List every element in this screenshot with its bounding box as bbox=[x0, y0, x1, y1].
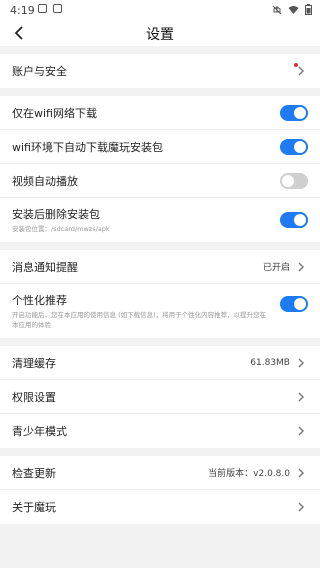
row-label: 权限设置 bbox=[12, 390, 56, 404]
wifi-icon bbox=[288, 5, 299, 14]
chevron-right-icon bbox=[298, 392, 304, 401]
row-label: 仅在wifi网络下载 bbox=[12, 106, 97, 120]
row-clear-cache[interactable]: 清理缓存 61.83MB bbox=[0, 346, 320, 380]
chevron-right-icon bbox=[298, 262, 304, 271]
row-video-autoplay: 视频自动播放 bbox=[0, 164, 320, 198]
row-sublabel: 开启功能后，您在本应用的使用信息 (如下载信息)，将用于个性化内容推荐，以提升您… bbox=[12, 311, 267, 329]
wifi-only-toggle[interactable] bbox=[280, 104, 308, 121]
section-download: 仅在wifi网络下载 wifi环境下自动下载魔玩安装包 视频自动播放 安装后删除… bbox=[0, 96, 320, 242]
row-value: 当前版本：v2.0.8.0 bbox=[208, 469, 290, 479]
row-label: 视频自动播放 bbox=[12, 174, 78, 188]
personalized-toggle[interactable] bbox=[280, 296, 308, 312]
toggle-knob bbox=[282, 174, 294, 187]
status-bar: 4:19 bbox=[0, 0, 320, 20]
row-label: 检查更新 bbox=[12, 466, 56, 480]
row-message-notify[interactable]: 消息通知提醒 已开启 bbox=[0, 250, 320, 284]
toggle-knob bbox=[294, 106, 306, 119]
row-label: 安装后删除安装包 bbox=[12, 208, 100, 221]
row-label: 个性化推荐 bbox=[12, 294, 67, 307]
auto-download-toggle[interactable] bbox=[280, 138, 308, 155]
chevron-right-icon bbox=[298, 468, 304, 477]
chevron-right-icon bbox=[298, 426, 304, 436]
row-label: 清理缓存 bbox=[12, 356, 56, 370]
battery-icon bbox=[305, 4, 312, 15]
row-label: 账户与安全 bbox=[12, 65, 67, 78]
row-label: 关于魔玩 bbox=[12, 501, 56, 514]
gallery-icon bbox=[38, 4, 47, 13]
row-check-update[interactable]: 检查更新 当前版本：v2.0.8.0 bbox=[0, 456, 320, 490]
status-icons-right bbox=[272, 4, 312, 15]
chevron-right-icon bbox=[298, 502, 304, 512]
header: 设置 bbox=[0, 20, 320, 46]
section-notify: 消息通知提醒 已开启 个性化推荐 开启功能后，您在本应用的使用信息 (如下载信息… bbox=[0, 250, 320, 338]
row-auto-download: wifi环境下自动下载魔玩安装包 bbox=[0, 130, 320, 164]
section-misc: 清理缓存 61.83MB 权限设置 青少年模式 bbox=[0, 346, 320, 448]
mute-icon bbox=[272, 5, 282, 14]
row-sublabel: 安装包位置：/sdcard/mwzs/apk bbox=[12, 225, 110, 233]
chevron-right-icon bbox=[298, 66, 304, 76]
row-value: 已开启 bbox=[262, 263, 290, 273]
row-delete-after-install: 安装后删除安装包 安装包位置：/sdcard/mwzs/apk bbox=[0, 198, 320, 242]
row-about[interactable]: 关于魔玩 bbox=[0, 490, 320, 524]
row-value: 61.83MB bbox=[250, 357, 290, 368]
row-permission[interactable]: 权限设置 bbox=[0, 380, 320, 414]
row-account-security[interactable]: 账户与安全 bbox=[0, 54, 320, 88]
status-time: 4:19 bbox=[10, 4, 35, 17]
row-wifi-only: 仅在wifi网络下载 bbox=[0, 96, 320, 130]
chevron-right-icon bbox=[298, 358, 304, 367]
row-label: 消息通知提醒 bbox=[12, 260, 78, 274]
delete-after-install-toggle[interactable] bbox=[280, 212, 308, 228]
status-icons-left bbox=[38, 4, 62, 13]
video-autoplay-toggle[interactable] bbox=[280, 172, 308, 189]
row-label: wifi环境下自动下载魔玩安装包 bbox=[12, 140, 163, 154]
section-about: 检查更新 当前版本：v2.0.8.0 关于魔玩 bbox=[0, 456, 320, 524]
page-title: 设置 bbox=[146, 27, 174, 43]
row-teen-mode[interactable]: 青少年模式 bbox=[0, 414, 320, 448]
toggle-knob bbox=[294, 298, 306, 310]
toggle-knob bbox=[294, 140, 306, 153]
toggle-knob bbox=[294, 214, 306, 226]
row-personalized: 个性化推荐 开启功能后，您在本应用的使用信息 (如下载信息)，将用于个性化内容推… bbox=[0, 284, 320, 338]
row-label: 青少年模式 bbox=[12, 425, 67, 438]
app-notification-icon bbox=[53, 4, 62, 13]
section-account: 账户与安全 bbox=[0, 54, 320, 88]
